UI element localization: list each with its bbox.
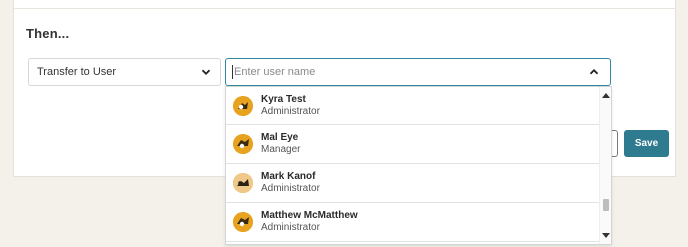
scroll-down-arrow-icon[interactable] xyxy=(602,232,610,240)
user-name: Kyra Test xyxy=(261,93,306,105)
user-option[interactable]: Mal Eye Manager xyxy=(226,125,600,164)
user-name: Matthew McMatthew xyxy=(261,210,358,221)
user-name-field[interactable] xyxy=(225,58,611,86)
scrollbar-thumb[interactable] xyxy=(603,199,609,211)
user-role: Administrator xyxy=(261,222,320,233)
then-label: Then... xyxy=(26,26,70,41)
user-role: Administrator xyxy=(261,105,320,117)
dropdown-scrollbar[interactable] xyxy=(599,87,611,244)
user-name-input[interactable] xyxy=(234,66,588,78)
user-option-text: Mark Kanof Administrator xyxy=(261,171,320,195)
user-role: Manager xyxy=(261,144,301,155)
user-option-text: Mal Eye Manager xyxy=(261,132,300,156)
user-option[interactable]: Matthew McMatthew Administrator xyxy=(226,203,600,242)
user-option[interactable]: Kyra Test Administrator xyxy=(226,87,600,125)
user-name: Mal Eye xyxy=(261,132,299,143)
divider xyxy=(14,8,675,9)
chevron-up-icon[interactable] xyxy=(588,66,600,78)
user-avatar-icon xyxy=(233,134,253,154)
action-select-value: Transfer to User xyxy=(37,66,117,78)
user-avatar-icon xyxy=(233,95,253,116)
text-cursor xyxy=(232,65,233,79)
save-button[interactable]: Save xyxy=(624,130,669,157)
user-option[interactable]: Mark Kanof Administrator xyxy=(226,164,600,203)
user-avatar-icon xyxy=(233,173,253,193)
user-avatar-icon xyxy=(233,212,253,232)
user-option-text: Kyra Test Administrator xyxy=(261,94,320,118)
action-select[interactable]: Transfer to User xyxy=(28,58,221,86)
user-role: Administrator xyxy=(261,183,320,194)
scroll-up-arrow-icon[interactable] xyxy=(602,91,610,99)
user-options: Kyra Test Administrator Mal Eye Manager … xyxy=(226,87,600,242)
user-name: Mark Kanof xyxy=(261,171,316,182)
user-dropdown-list[interactable]: Kyra Test Administrator Mal Eye Manager … xyxy=(225,86,612,245)
chevron-down-icon xyxy=(200,66,212,78)
user-option-text: Matthew McMatthew Administrator xyxy=(261,210,358,234)
